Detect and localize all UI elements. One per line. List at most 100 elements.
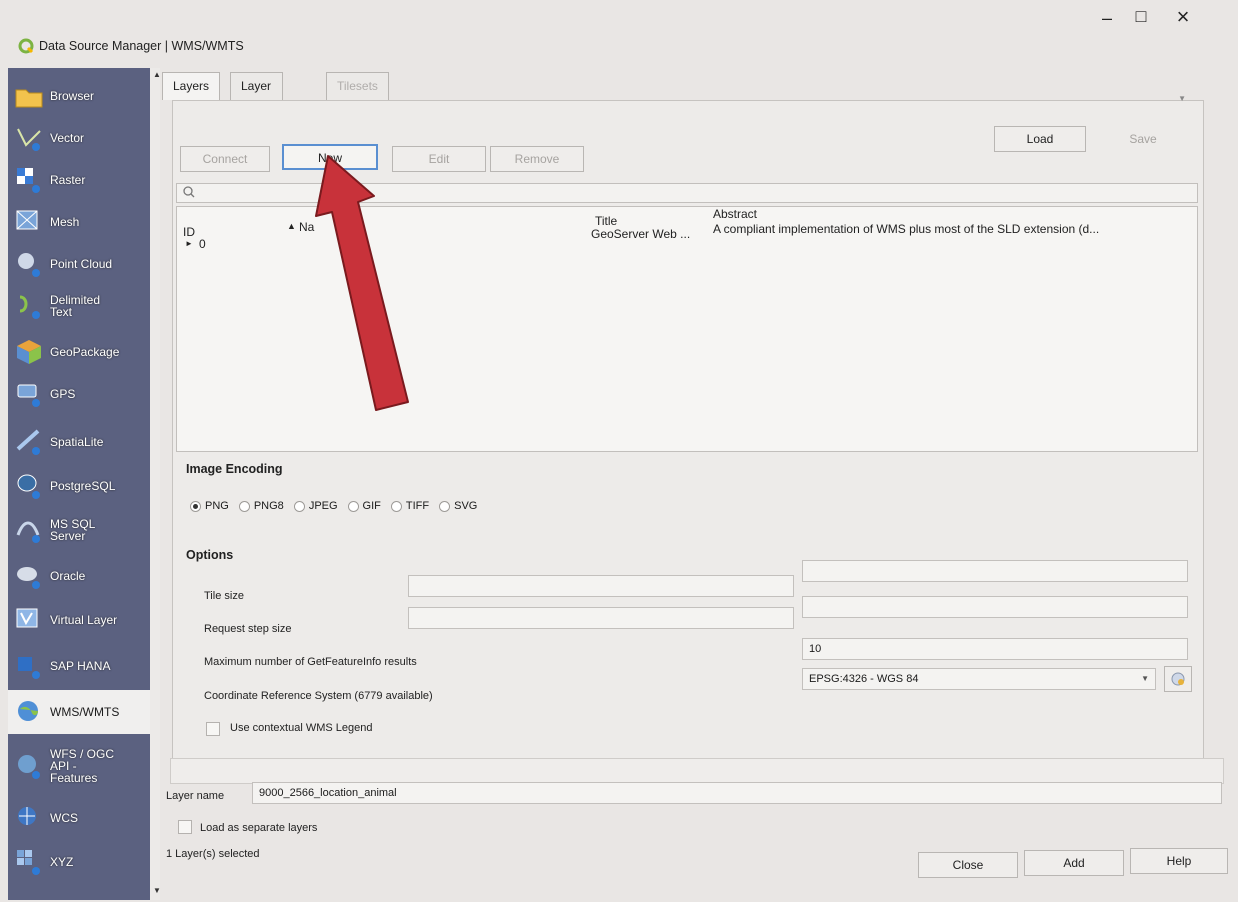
qgis-logo-icon — [18, 38, 34, 54]
crs-select[interactable]: EPSG:4326 - WGS 84 ▼ — [802, 668, 1156, 690]
tile-height-input[interactable] — [802, 560, 1188, 582]
sidebar-item-point-cloud[interactable]: Point Cloud — [8, 244, 160, 284]
step-height-input[interactable] — [802, 596, 1188, 618]
vector-icon — [17, 128, 41, 151]
sidebar: Browser Vector Raster Mesh Point Cloud D… — [8, 68, 160, 900]
sidebar-item-sap-hana[interactable]: SAP HANA — [8, 646, 160, 686]
sidebar-item-geopackage[interactable]: GeoPackage — [8, 332, 160, 372]
sidebar-item-raster[interactable]: Raster — [8, 160, 160, 200]
save-button[interactable]: Save — [1096, 126, 1190, 152]
load-separate-layers-checkbox[interactable] — [178, 820, 192, 834]
sap-hana-icon — [18, 657, 40, 679]
chevron-down-icon: ▼ — [1141, 674, 1149, 683]
sidebar-item-xyz[interactable]: XYZ — [8, 842, 160, 882]
scroll-up-arrow-icon[interactable]: ▲ — [153, 70, 160, 79]
sidebar-item-browser[interactable]: Browser — [8, 76, 160, 116]
mesh-icon — [16, 210, 38, 230]
encoding-jpeg-option[interactable]: JPEG — [293, 500, 338, 512]
minimize-button[interactable]: – — [1092, 8, 1122, 29]
sidebar-item-virtual-layer[interactable]: Virtual Layer — [8, 600, 160, 640]
options-heading: Options — [186, 548, 234, 562]
title-bar: – □ × Data Source Manager | WMS/WMTS — [0, 0, 1238, 66]
contextual-legend-checkbox[interactable] — [206, 722, 220, 736]
maximize-button[interactable]: □ — [1126, 6, 1156, 27]
wms-icon — [18, 701, 38, 721]
sort-ascending-icon: ▲ — [287, 221, 296, 231]
column-header-title[interactable]: Title — [595, 214, 617, 228]
image-encoding-group: PNG PNG8 JPEG GIF TIFF SVG — [190, 500, 487, 512]
sidebar-scrollbar[interactable] — [150, 68, 160, 900]
image-encoding-heading: Image Encoding — [186, 462, 283, 476]
expand-arrow-icon[interactable]: ► — [185, 239, 193, 248]
sidebar-item-spatialite[interactable]: SpatiaLite — [8, 422, 160, 462]
row-id[interactable]: 0 — [199, 237, 206, 251]
encoding-tiff-option[interactable]: TIFF — [390, 500, 429, 512]
encoding-svg-option[interactable]: SVG — [439, 500, 477, 512]
delimited-text-icon — [19, 295, 40, 319]
mssql-icon — [16, 521, 40, 543]
sidebar-item-ms-sql-server[interactable]: MS SQL Server — [8, 510, 160, 550]
sidebar-item-delimited-text[interactable]: Delimited Text — [8, 286, 160, 326]
tile-width-input[interactable] — [408, 575, 794, 597]
wcs-icon — [18, 807, 36, 825]
radio-png[interactable] — [190, 500, 201, 512]
row-abstract[interactable]: A compliant implementation of WMS plus m… — [713, 222, 1099, 236]
sidebar-item-vector[interactable]: Vector — [8, 118, 160, 158]
sidebar-item-gps[interactable]: GPS — [8, 374, 160, 414]
sidebar-item-wcs[interactable]: WCS — [8, 798, 160, 838]
wfs-icon — [18, 755, 40, 779]
layer-name-input[interactable]: 9000_2566_location_animal — [252, 782, 1222, 804]
radio-tiff[interactable] — [390, 500, 402, 512]
scroll-down-arrow-icon[interactable]: ▼ — [153, 886, 160, 895]
sidebar-item-wms-wmts[interactable]: WMS/WMTS — [8, 690, 160, 734]
crs-selector-button[interactable] — [1164, 666, 1192, 692]
message-bar — [170, 758, 1224, 784]
encoding-png8-option[interactable]: PNG8 — [238, 500, 284, 512]
sidebar-item-mesh[interactable]: Mesh — [8, 202, 160, 242]
window-title: Data Source Manager | WMS/WMTS — [39, 39, 244, 53]
remove-button[interactable]: Remove — [490, 146, 584, 172]
close-window-button[interactable]: × — [1168, 4, 1198, 30]
radio-gif[interactable] — [347, 500, 359, 512]
max-getfeatureinfo-label: Maximum number of GetFeatureInfo results — [204, 656, 417, 668]
annotation-arrow-icon — [315, 155, 409, 411]
postgresql-icon — [17, 474, 40, 499]
row-title[interactable]: GeoServer Web ... — [591, 227, 690, 241]
radio-svg[interactable] — [439, 500, 451, 512]
column-header-abstract[interactable]: Abstract — [713, 207, 757, 221]
raster-icon — [17, 168, 40, 193]
virtual-layer-icon — [16, 608, 38, 628]
radio-jpeg[interactable] — [293, 500, 305, 512]
load-separate-layers-label: Load as separate layers — [200, 822, 318, 834]
layer-name-label: Layer name — [166, 790, 225, 802]
add-button[interactable]: Add — [1024, 850, 1124, 876]
globe-icon — [1171, 672, 1185, 686]
load-button[interactable]: Load — [994, 126, 1086, 152]
folder-icon — [15, 89, 43, 108]
chevron-down-icon: ▼ — [1178, 94, 1186, 103]
connection-select[interactable]: ▼ — [178, 92, 1192, 112]
sidebar-item-wfs-ogc[interactable]: WFS / OGC API - Features — [8, 738, 160, 794]
step-width-input[interactable] — [408, 607, 794, 629]
spatialite-icon — [16, 429, 40, 455]
point-cloud-icon — [18, 253, 40, 277]
search-icon — [183, 186, 195, 198]
close-button[interactable]: Close — [918, 852, 1018, 878]
contextual-legend-label: Use contextual WMS Legend — [230, 722, 373, 734]
sidebar-item-postgresql[interactable]: PostgreSQL — [8, 466, 160, 506]
encoding-png-option[interactable]: PNG — [190, 500, 229, 512]
help-button[interactable]: Help — [1130, 848, 1228, 874]
status-text: 1 Layer(s) selected — [166, 848, 260, 860]
oracle-icon — [17, 567, 40, 589]
gps-icon — [17, 384, 40, 407]
tile-size-label: Tile size — [204, 590, 244, 602]
column-header-id[interactable]: ID — [183, 225, 195, 239]
connect-button[interactable]: Connect — [180, 146, 270, 172]
radio-png8[interactable] — [238, 500, 250, 512]
encoding-gif-option[interactable]: GIF — [347, 500, 381, 512]
geopackage-icon — [17, 340, 41, 364]
request-step-size-label: Request step size — [204, 623, 292, 635]
sidebar-item-oracle[interactable]: Oracle — [8, 556, 160, 596]
xyz-icon — [17, 850, 40, 875]
max-getfeatureinfo-input[interactable]: 10 — [802, 638, 1188, 660]
